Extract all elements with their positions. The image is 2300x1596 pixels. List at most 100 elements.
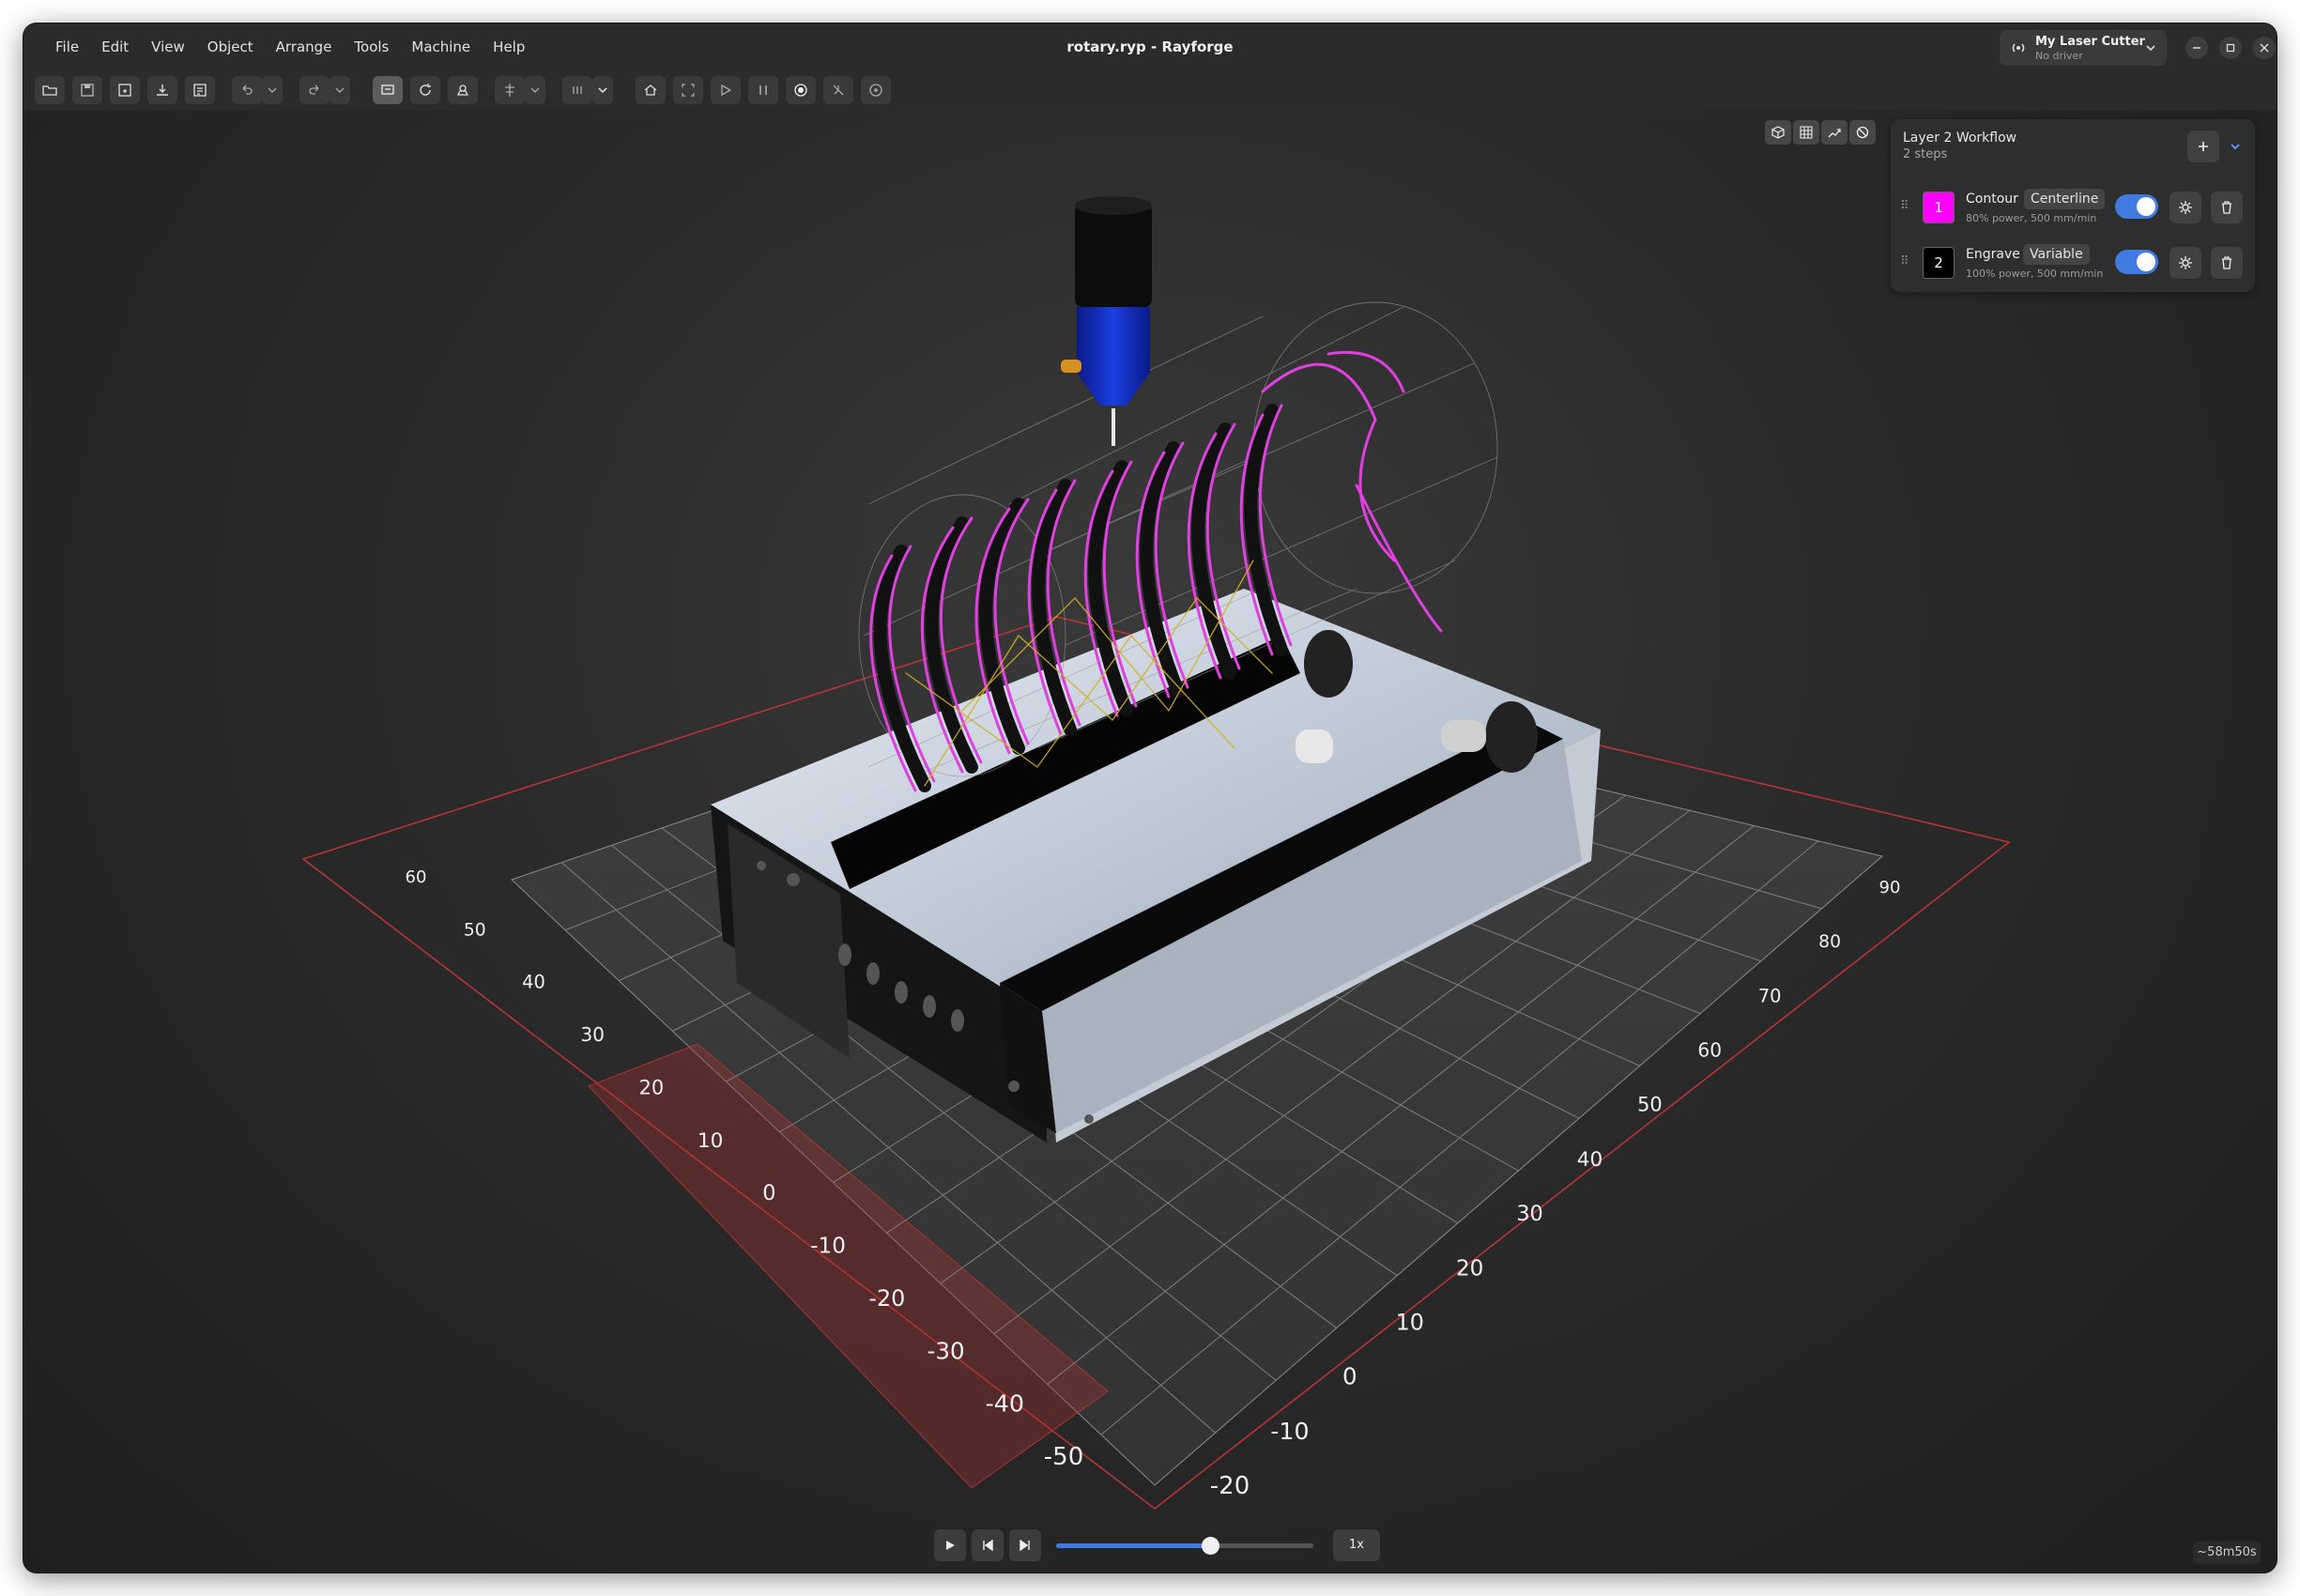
add-step-button[interactable] [2187, 130, 2219, 162]
maximize-icon [2226, 43, 2235, 53]
time-remaining: ~58m50s [2193, 1542, 2261, 1564]
minimize-icon [2193, 47, 2200, 49]
playback-slider[interactable] [1056, 1537, 1313, 1555]
view-hide-button[interactable] [1849, 120, 1876, 145]
send-button[interactable] [711, 76, 741, 104]
view-3d-button[interactable] [1765, 120, 1791, 145]
view-grid-button[interactable] [1793, 120, 1819, 145]
workflow-step[interactable]: ⠿ 1 Contour Centerline 80% power, 500 mm… [1891, 178, 2255, 235]
menu-machine[interactable]: Machine [400, 38, 482, 55]
menu-file[interactable]: File [44, 38, 90, 55]
focus-laser-button[interactable] [786, 76, 816, 104]
save-as-button[interactable] [110, 76, 140, 104]
rotary-icon [456, 84, 469, 96]
open-button[interactable] [35, 76, 65, 104]
laser-head [1061, 196, 1152, 446]
workflow-step[interactable]: ⠿ 2 Engrave Variable 100% power, 500 mm/… [1891, 234, 2255, 290]
machine-status: No driver [2035, 50, 2083, 62]
minimize-button[interactable] [2185, 37, 2208, 59]
chevron-down-icon [530, 87, 540, 93]
step-settings-button[interactable] [2170, 192, 2201, 223]
record-icon [794, 84, 807, 97]
axis-tick-label: 30 [1516, 1202, 1542, 1226]
axis-tick-label: 0 [762, 1181, 775, 1205]
save-button[interactable] [72, 76, 102, 104]
axis-tick-label: 20 [639, 1076, 665, 1098]
align-menu-button[interactable] [525, 76, 545, 104]
jog-button[interactable] [861, 76, 891, 104]
title-bar: File Edit View Object Arrange Tools Mach… [23, 23, 2277, 70]
view-travel-button[interactable] [1821, 120, 1848, 145]
machine-selector[interactable]: My Laser Cutter No driver [2000, 30, 2167, 66]
skip-forward-icon [1020, 1540, 1030, 1551]
step-enabled-toggle[interactable] [2115, 194, 2158, 219]
play-button[interactable] [934, 1529, 966, 1561]
chevron-down-icon [598, 87, 607, 94]
step-name: Engrave [1966, 247, 2020, 262]
redo-icon [309, 84, 319, 95]
export-button[interactable] [147, 76, 177, 104]
menu-help[interactable]: Help [482, 38, 536, 55]
drag-handle-icon[interactable]: ⠿ [1900, 254, 1909, 269]
undo-button[interactable] [232, 76, 262, 104]
menu-arrange[interactable]: Arrange [265, 38, 344, 55]
step-delete-button[interactable] [2211, 192, 2243, 223]
drag-handle-icon[interactable]: ⠿ [1900, 199, 1909, 213]
distribute-button[interactable] [562, 76, 592, 104]
undo-history-button[interactable] [262, 76, 283, 104]
refresh-button[interactable] [410, 76, 440, 104]
close-icon [2260, 43, 2269, 53]
chevron-down-icon[interactable] [2229, 140, 2242, 153]
target-icon [869, 84, 882, 97]
file-code-icon [193, 84, 207, 97]
distribute-menu-button[interactable] [592, 76, 613, 104]
distribute-icon [573, 86, 582, 94]
axis-tick-label: -20 [1210, 1472, 1250, 1500]
playback-speed-button[interactable]: 1x [1333, 1529, 1380, 1561]
broadcast-icon [2012, 43, 2025, 53]
menu-view[interactable]: View [140, 38, 196, 55]
home-icon [644, 84, 657, 96]
step-forward-button[interactable] [1009, 1529, 1041, 1561]
playback-slider-thumb[interactable] [1202, 1537, 1220, 1555]
menu-object[interactable]: Object [196, 38, 265, 55]
axis-tick-label: -20 [868, 1285, 905, 1312]
play-icon [946, 1541, 955, 1550]
close-button[interactable] [2253, 37, 2276, 59]
step-details: 100% power, 500 mm/min [1966, 268, 2104, 280]
gear-icon [2179, 201, 2192, 214]
trend-icon [1828, 129, 1841, 138]
menu-edit[interactable]: Edit [90, 38, 140, 55]
step-color-badge: 2 [1923, 247, 1955, 279]
redo-button[interactable] [299, 76, 330, 104]
axis-tick-label: 40 [522, 972, 545, 993]
step-settings-button[interactable] [2170, 247, 2201, 279]
axis-tick-label: 50 [464, 920, 486, 940]
monitor-icon [381, 84, 394, 95]
step-back-button[interactable] [972, 1529, 1004, 1561]
step-enabled-toggle[interactable] [2115, 250, 2158, 274]
maximize-button[interactable] [2219, 37, 2242, 59]
workflow-step-count: 2 steps [1903, 147, 1948, 161]
pause-button[interactable] [748, 76, 778, 104]
axis-tick-label: 0 [1342, 1363, 1357, 1390]
frame-button[interactable] [673, 76, 703, 104]
axis-tick-label: -50 [1044, 1443, 1083, 1471]
simulation-button[interactable] [373, 76, 403, 104]
redo-history-button[interactable] [330, 76, 350, 104]
workflow-panel: Layer 2 Workflow 2 steps ⠿ 1 Contour Cen… [1891, 119, 2255, 292]
home-button[interactable] [636, 76, 666, 104]
axis-tick-label: 20 [1456, 1256, 1483, 1281]
align-button[interactable] [495, 76, 525, 104]
step-delete-button[interactable] [2211, 247, 2243, 279]
menu-tools[interactable]: Tools [343, 38, 400, 55]
axis-tick-label: 10 [1396, 1309, 1424, 1335]
menu-bar: File Edit View Object Arrange Tools Mach… [44, 23, 536, 70]
export-gcode-button[interactable] [185, 76, 215, 104]
3d-viewport[interactable]: 60 50 40 30 20 10 0 -10 -20 -30 -40 -50 90 80 70 60 50 4… [23, 110, 2277, 1573]
axis-tick-label: 60 [406, 867, 427, 887]
air-assist-button[interactable] [823, 76, 853, 104]
scene-canvas: 6050403020100-10-20-30-40-50 90807060504… [301, 196, 2011, 1511]
rotary-button[interactable] [448, 76, 478, 104]
view-mode-toolbar [1765, 120, 1876, 145]
